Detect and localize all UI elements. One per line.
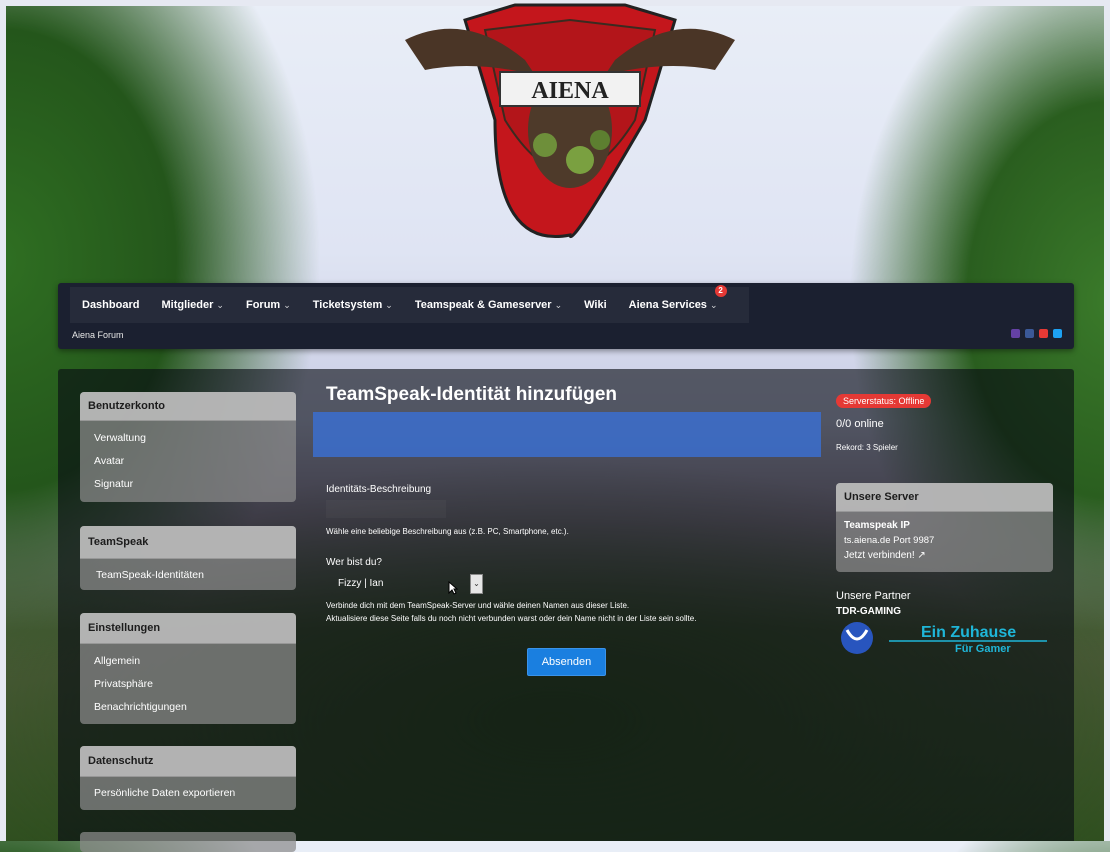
sidebar-item-avatar[interactable]: Avatar xyxy=(94,450,296,473)
chevron-down-icon[interactable]: ⌄ xyxy=(470,574,483,594)
nav-dashboard-label: Dashboard xyxy=(82,299,140,311)
twitter-icon[interactable] xyxy=(1053,329,1062,338)
partners-title: Unsere Partner xyxy=(836,590,911,602)
sidebar-item-export-data[interactable]: Persönliche Daten exportieren xyxy=(94,782,296,805)
nav-members-label: Mitglieder xyxy=(161,299,214,311)
sidebar-teamspeak: TeamSpeak TeamSpeak-Identitäten xyxy=(80,526,296,590)
main-navbar: Dashboard Mitglieder ⌄ Forum ⌄ Ticketsyste… xyxy=(58,283,1074,349)
nav-wiki-label: Wiki xyxy=(584,299,607,311)
chevron-down-icon: ⌄ xyxy=(385,300,393,310)
sidebar-privacy-title: Datenschutz xyxy=(80,746,296,777)
nav-tickets-label: Ticketsystem xyxy=(312,299,383,311)
logo-text: AIENA xyxy=(531,78,609,104)
chevron-down-icon: ⌄ xyxy=(709,300,718,310)
partner-name: TDR-GAMING xyxy=(836,606,901,617)
ts-address: ts.aiena.de Port 9987 xyxy=(844,535,935,546)
description-input[interactable] xyxy=(326,500,446,518)
window-frame-left xyxy=(0,0,6,841)
partner-slogan-2: Für Gamer xyxy=(955,643,1011,655)
connect-link[interactable]: Jetzt verbinden! ↗ xyxy=(844,550,926,561)
sidebar-account: Benutzerkonto Verwaltung Avatar Signatur xyxy=(80,392,296,502)
sidebar-settings: Einstellungen Allgemein Privatsphäre Ben… xyxy=(80,613,296,724)
notification-badge: 2 xyxy=(714,285,727,297)
sidebar-account-title: Benutzerkonto xyxy=(80,392,296,421)
connect-link-label: Jetzt verbinden! xyxy=(844,550,915,561)
desc-label: Identitäts-Beschreibung xyxy=(326,484,432,495)
nav-menu: Dashboard Mitglieder ⌄ Forum ⌄ Ticketsyste… xyxy=(70,285,750,323)
sidebar-settings-title: Einstellungen xyxy=(80,613,296,644)
sidebar-teamspeak-title: TeamSpeak xyxy=(80,526,296,559)
help-text-2: Aktualisiere diese Seite falls du noch n… xyxy=(326,614,697,623)
chevron-down-icon: ⌄ xyxy=(554,300,563,310)
online-count: 0/0 online xyxy=(836,418,884,430)
submit-button[interactable]: Absenden xyxy=(527,648,606,676)
ts-ip-label: Teamspeak IP xyxy=(844,520,910,531)
window-frame-right xyxy=(1104,0,1110,841)
nav-teamspeak[interactable]: Teamspeak & Gameserver ⌄ xyxy=(415,299,562,311)
social-links xyxy=(1011,329,1062,338)
servers-title: Unsere Server xyxy=(836,483,1053,512)
nav-services[interactable]: Aiena Services ⌄ 2 xyxy=(628,285,727,311)
external-link-icon: ↗ xyxy=(917,550,926,561)
sidebar-item-teamspeak-identities[interactable]: TeamSpeak-Identitäten xyxy=(94,564,296,587)
nav-teamspeak-label: Teamspeak & Gameserver xyxy=(414,299,552,311)
info-banner xyxy=(313,412,821,457)
nav-tickets[interactable]: Ticketsystem ⌄ xyxy=(313,299,393,311)
youtube-icon[interactable] xyxy=(1039,329,1048,338)
sidebar-item-benachrichtigungen[interactable]: Benachrichtigungen xyxy=(94,696,296,719)
chevron-down-icon: ⌄ xyxy=(283,300,291,310)
record-text: Rekord: 3 Spieler xyxy=(836,443,898,452)
nav-wiki[interactable]: Wiki xyxy=(584,299,607,311)
nav-members[interactable]: Mitglieder ⌄ xyxy=(161,299,224,311)
twitch-icon[interactable] xyxy=(1011,329,1020,338)
chevron-down-icon: ⌄ xyxy=(216,300,224,310)
servers-box: Unsere Server Teamspeak IP ts.aiena.de P… xyxy=(836,483,1053,572)
sidebar-next-box xyxy=(80,832,296,852)
mouse-cursor-icon xyxy=(448,581,458,595)
who-label: Wer bist du? xyxy=(326,557,382,568)
server-status-badge: Serverstatus: Offline xyxy=(836,394,932,408)
sidebar-item-privatsphaere[interactable]: Privatsphäre xyxy=(94,673,296,696)
partner-slogan-1: Ein Zuhause xyxy=(921,624,1017,641)
site-logo[interactable]: AIENA xyxy=(405,0,735,240)
desc-hint: Wähle eine beliebige Beschreibung aus (z… xyxy=(326,527,569,536)
partner-banner[interactable]: Ein Zuhause Für Gamer xyxy=(837,618,1049,660)
identity-select-value: Fizzy | Ian xyxy=(338,578,384,589)
breadcrumb[interactable]: Aiena Forum xyxy=(72,330,124,340)
sidebar-privacy: Datenschutz Persönliche Daten exportiere… xyxy=(80,746,296,810)
nav-services-label: Aiena Services xyxy=(628,299,707,311)
identity-select[interactable]: Fizzy | Ian ⌄ xyxy=(326,573,483,595)
nav-forum[interactable]: Forum ⌄ xyxy=(246,299,291,311)
sidebar-item-signatur[interactable]: Signatur xyxy=(94,473,296,496)
sidebar-item-verwaltung[interactable]: Verwaltung xyxy=(94,427,296,450)
facebook-icon[interactable] xyxy=(1025,329,1034,338)
help-text-1: Verbinde dich mit dem TeamSpeak-Server u… xyxy=(326,601,630,610)
sidebar-item-allgemein[interactable]: Allgemein xyxy=(94,650,296,673)
nav-dashboard[interactable]: Dashboard xyxy=(82,299,139,311)
page-title: TeamSpeak-Identität hinzufügen xyxy=(326,384,618,405)
nav-forum-label: Forum xyxy=(245,299,281,311)
